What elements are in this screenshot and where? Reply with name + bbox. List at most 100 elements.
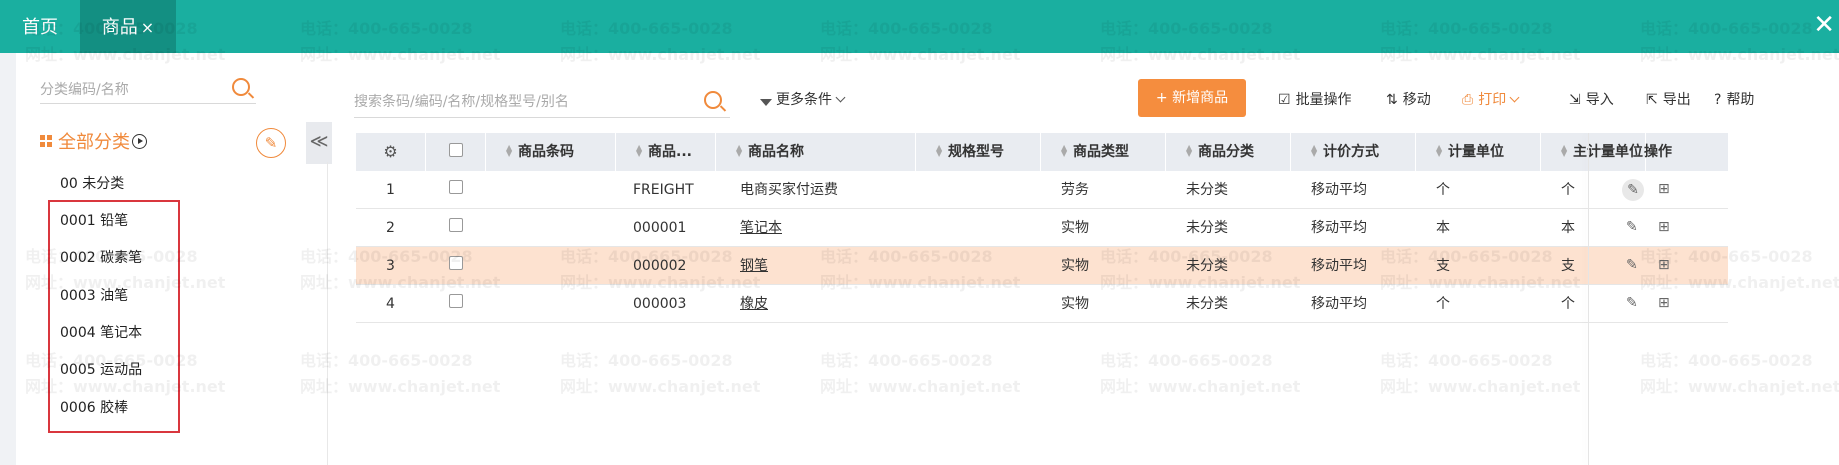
header-valuation-label: 计价方式 — [1323, 144, 1379, 160]
goods-search-input[interactable]: 搜索条码/编码/名称/规格型号/别名 — [354, 83, 730, 118]
more-icon[interactable]: ⊞ — [1658, 181, 1670, 197]
cell-valuation: 移动平均 — [1311, 296, 1367, 312]
cell-code: 000001 — [633, 220, 687, 236]
header-barcode[interactable]: ▲ ▼ 商品条码 — [486, 133, 616, 171]
category-grid-icon — [40, 135, 52, 147]
header-unit-label: 计量单位 — [1448, 144, 1504, 160]
tree-root-all-categories[interactable]: 全部分类 — [40, 129, 147, 157]
goods-search-placeholder: 搜索条码/编码/名称/规格型号/别名 — [354, 94, 569, 110]
cell-unit: 本 — [1436, 220, 1450, 236]
header-name[interactable]: ▲ ▼ 商品名称 — [716, 133, 916, 171]
help-label: 帮助 — [1726, 92, 1755, 108]
row-checkbox-cell — [449, 285, 463, 323]
chevron-down-icon — [835, 92, 846, 103]
table-row[interactable]: 3 000002 钢笔 实物 未分类 移动平均 支 支 ✎ ⊞ — [356, 247, 1728, 285]
tab-goods-label: 商品 — [101, 17, 138, 38]
cell-unit: 个 — [1436, 296, 1450, 312]
sort-icon: ▲ ▼ — [506, 143, 513, 158]
close-icon[interactable]: ✕ — [1813, 10, 1835, 40]
category-search-input[interactable]: 分类编码/名称 — [40, 71, 256, 104]
batch-operation-button[interactable]: ☑ 批量操作 — [1278, 89, 1352, 109]
more-icon[interactable]: ⊞ — [1658, 219, 1670, 235]
play-circle-icon[interactable] — [132, 133, 147, 149]
edit-icon: ✎ — [264, 134, 278, 152]
add-goods-button[interactable]: + 新增商品 — [1138, 79, 1246, 117]
header-actions-label: 操作 — [1644, 144, 1672, 160]
cell-main-unit: 个 — [1561, 182, 1575, 198]
header-name-label: 商品名称 — [748, 144, 804, 160]
cell-valuation: 移动平均 — [1311, 220, 1367, 236]
help-button[interactable]: ? 帮助 — [1714, 89, 1754, 109]
row-index: 3 — [386, 258, 395, 274]
table-row[interactable]: 1 FREIGHT 电商买家付运费 劳务 未分类 移动平均 个 个 ✎ ⊞ — [356, 171, 1728, 209]
export-icon: ⇱ — [1646, 92, 1658, 108]
row-index: 4 — [386, 296, 395, 312]
search-icon[interactable] — [232, 78, 250, 96]
row-checkbox[interactable] — [449, 180, 463, 194]
tab-goods[interactable]: 商品 × — [80, 0, 176, 53]
cell-code: 000002 — [633, 258, 687, 274]
edit-icon[interactable]: ✎ — [1626, 219, 1638, 235]
chevron-down-icon[interactable] — [1509, 92, 1520, 103]
select-all-checkbox[interactable] — [448, 143, 463, 157]
header-code[interactable]: ▲ ▼ 商品... — [616, 133, 716, 171]
plus-icon: + — [1155, 90, 1168, 106]
edit-category-button[interactable]: ✎ — [256, 128, 286, 158]
header-barcode-label: 商品条码 — [518, 144, 574, 160]
table-header: ⚙ ▲ ▼ 商品条码 ▲ ▼ 商品... ▲ ▼ 商品名称 ▲ ▼ 规格型号 ▲ ▼ 商品类型 ▲ ▼… — [356, 133, 1728, 171]
collapse-sidebar-button[interactable]: ≪ — [306, 122, 332, 164]
row-checkbox-cell — [449, 247, 463, 285]
edit-icon[interactable]: ✎ — [1622, 179, 1644, 201]
table-row[interactable]: 4 000003 橡皮 实物 未分类 移动平均 个 个 ✎ ⊞ — [356, 285, 1728, 323]
print-button[interactable]: ⎙ 打印 — [1462, 89, 1520, 109]
export-button[interactable]: ⇱ 导出 — [1646, 89, 1691, 109]
import-button[interactable]: ⇲ 导入 — [1569, 89, 1614, 109]
cell-name[interactable]: 电商买家付运费 — [740, 171, 838, 209]
cell-category: 未分类 — [1186, 182, 1228, 198]
more-conditions-label: 更多条件 — [776, 92, 832, 108]
filter-icon — [760, 99, 772, 106]
edit-icon[interactable]: ✎ — [1626, 257, 1638, 273]
cell-name[interactable]: 钢笔 — [740, 247, 768, 285]
sort-icon: ▲ ▼ — [1436, 143, 1443, 158]
collapse-left-icon: ≪ — [309, 131, 329, 152]
print-icon: ⎙ — [1462, 92, 1474, 108]
tab-close-icon[interactable]: × — [141, 18, 154, 37]
cell-main-unit: 本 — [1561, 220, 1575, 236]
add-goods-label: 新增商品 — [1172, 90, 1229, 106]
column-settings[interactable]: ⚙ — [356, 133, 426, 171]
batch-label: 批量操作 — [1295, 92, 1352, 108]
header-category[interactable]: ▲ ▼ 商品分类 — [1166, 133, 1291, 171]
move-icon: ⇅ — [1386, 92, 1398, 108]
highlight-box — [48, 200, 180, 433]
tree-item-uncategorized[interactable]: 00 未分类 — [60, 172, 124, 196]
tab-home[interactable]: 首页 — [0, 0, 80, 53]
export-label: 导出 — [1662, 92, 1691, 108]
sidebar-divider — [327, 162, 328, 465]
more-conditions-button[interactable]: 更多条件 — [760, 89, 846, 109]
cell-unit: 支 — [1436, 258, 1450, 274]
row-checkbox[interactable] — [449, 294, 463, 308]
sort-icon: ▲ ▼ — [1061, 143, 1068, 158]
edit-icon[interactable]: ✎ — [1626, 295, 1638, 311]
move-label: 移动 — [1402, 92, 1431, 108]
table-row[interactable]: 2 000001 笔记本 实物 未分类 移动平均 本 本 ✎ ⊞ — [356, 209, 1728, 247]
select-all-cell — [426, 133, 486, 171]
more-icon[interactable]: ⊞ — [1658, 295, 1670, 311]
header-unit[interactable]: ▲ ▼ 计量单位 — [1416, 133, 1541, 171]
header-type[interactable]: ▲ ▼ 商品类型 — [1041, 133, 1166, 171]
row-index: 2 — [386, 220, 395, 236]
cell-name[interactable]: 笔记本 — [740, 209, 782, 247]
header-category-label: 商品分类 — [1198, 144, 1254, 160]
move-button[interactable]: ⇅ 移动 — [1386, 89, 1431, 109]
header-valuation[interactable]: ▲ ▼ 计价方式 — [1291, 133, 1416, 171]
cell-name[interactable]: 橡皮 — [740, 285, 768, 323]
more-icon[interactable]: ⊞ — [1658, 257, 1670, 273]
row-checkbox[interactable] — [449, 256, 463, 270]
header-spec[interactable]: ▲ ▼ 规格型号 — [916, 133, 1041, 171]
cell-category: 未分类 — [1186, 296, 1228, 312]
header-type-label: 商品类型 — [1073, 144, 1129, 160]
search-icon[interactable] — [704, 91, 722, 109]
top-tab-bar: 首页 商品 × ✕ — [0, 0, 1839, 53]
row-checkbox[interactable] — [449, 218, 463, 232]
